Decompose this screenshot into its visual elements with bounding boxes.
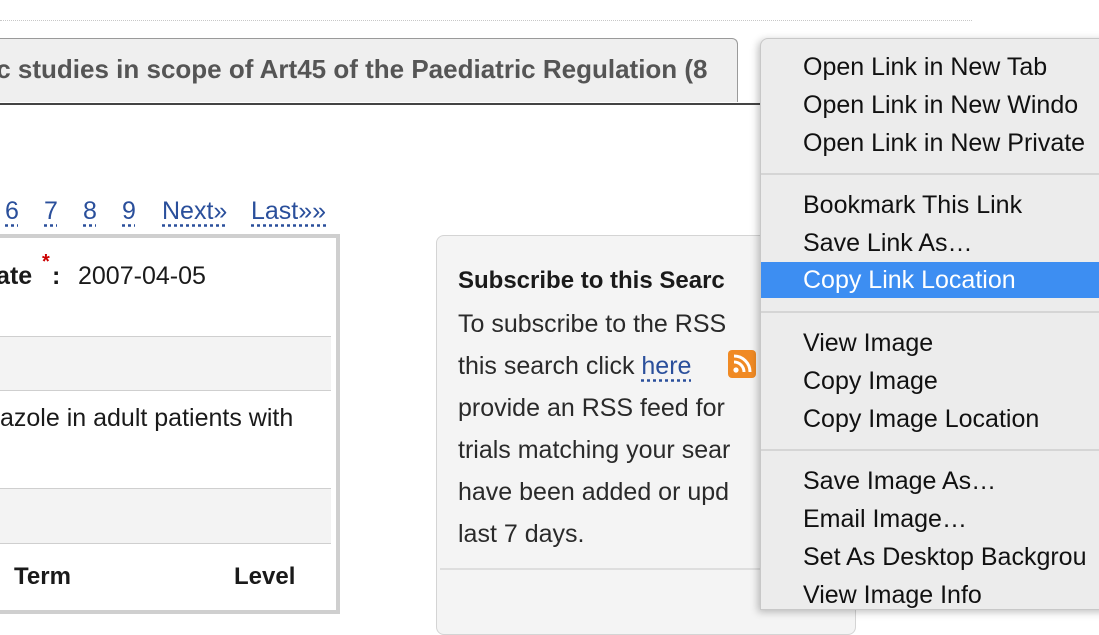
page-link-7[interactable]: 7: [44, 197, 58, 226]
page-link-6[interactable]: 6: [5, 197, 19, 226]
menu-item-view-image-info[interactable]: View Image Info: [761, 577, 1099, 609]
context-menu: Open Link in New Tab Open Link in New Wi…: [760, 38, 1099, 610]
rss-feed-icon[interactable]: [728, 350, 756, 378]
subscribe-text-line: last 7 days.: [458, 520, 585, 548]
page-link-9[interactable]: 9: [122, 197, 136, 226]
menu-item-copy-image-location[interactable]: Copy Image Location: [761, 401, 1099, 437]
subscribe-text-line: this search click here: [458, 352, 691, 381]
tab-paediatric-studies[interactable]: ic studies in scope of Art45 of the Paed…: [0, 38, 738, 102]
menu-item-bookmark-link[interactable]: Bookmark This Link: [761, 187, 1099, 223]
last-page-link[interactable]: Last»»: [251, 197, 326, 226]
menu-item-copy-image[interactable]: Copy Image: [761, 363, 1099, 399]
subscribe-text-line: trials matching your sear: [458, 436, 731, 464]
menu-item-open-link-new-tab[interactable]: Open Link in New Tab: [761, 49, 1099, 85]
subscribe-click-text: this search click: [458, 352, 635, 380]
menu-item-copy-link-location[interactable]: Copy Link Location: [761, 262, 1099, 298]
level-column-header: Level: [234, 563, 296, 590]
menu-item-email-image[interactable]: Email Image…: [761, 501, 1099, 537]
menu-item-view-image[interactable]: View Image: [761, 325, 1099, 361]
required-marker: *: [42, 251, 50, 273]
subscribe-here-link[interactable]: here: [641, 352, 691, 380]
menu-item-save-link-as[interactable]: Save Link As…: [761, 225, 1099, 261]
term-column-header: Term: [14, 563, 71, 590]
result-row-shaded: [0, 489, 331, 544]
subscribe-divider: [440, 568, 770, 570]
trial-title-text: azole in adult patients with: [0, 404, 294, 432]
tab-label: ic studies in scope of Art45 of the Paed…: [0, 54, 708, 84]
tab-baseline: [0, 103, 772, 105]
menu-separator: [761, 173, 1099, 175]
subscribe-text-line: provide an RSS feed for: [458, 394, 725, 422]
date-colon: :: [52, 262, 61, 290]
subscribe-text-line: have been added or upd: [458, 478, 730, 506]
page-link-8[interactable]: 8: [83, 197, 97, 226]
menu-item-open-link-private[interactable]: Open Link in New Private: [761, 125, 1099, 161]
result-row-shaded: [0, 337, 331, 391]
top-dotted-divider: [0, 20, 972, 21]
menu-separator: [761, 449, 1099, 451]
next-page-link[interactable]: Next»: [162, 197, 227, 226]
menu-item-open-link-new-window[interactable]: Open Link in New Windo: [761, 87, 1099, 123]
date-label: Date: [0, 262, 33, 290]
menu-separator: [761, 311, 1099, 313]
date-value: 2007-04-05: [78, 262, 206, 290]
subscribe-text-line: To subscribe to the RSS: [458, 310, 727, 338]
menu-item-set-desktop-background[interactable]: Set As Desktop Backgrou: [761, 539, 1099, 575]
subscribe-title: Subscribe to this Searc: [458, 267, 725, 294]
menu-item-save-image-as[interactable]: Save Image As…: [761, 463, 1099, 499]
